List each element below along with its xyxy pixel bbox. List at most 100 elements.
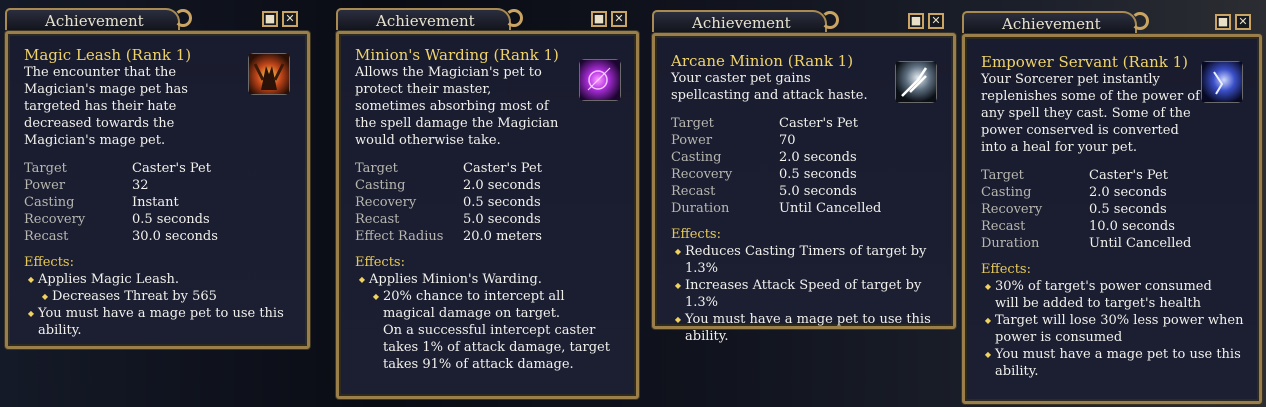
stat-row: Target Caster's Pet xyxy=(24,160,293,177)
stat-label: Power xyxy=(24,178,66,193)
stat-value: 5.0 seconds xyxy=(779,184,857,199)
effects-heading: Effects: xyxy=(355,255,405,270)
stat-row: Target Caster's Pet xyxy=(355,160,622,177)
close-button[interactable]: ✕ xyxy=(928,13,944,29)
title-bar[interactable]: Achievement xyxy=(5,5,192,31)
effect-item: ◆ Target will lose 30% less power when po… xyxy=(981,312,1245,346)
bullet-icon: ◆ xyxy=(984,350,992,359)
stat-label: Recast xyxy=(981,219,1026,234)
ability-name: Minion's Warding (Rank 1) xyxy=(355,46,559,64)
stat-row: Duration Until Cancelled xyxy=(671,200,939,217)
stat-value: Until Cancelled xyxy=(1089,236,1192,251)
minimize-button[interactable]: ■ xyxy=(1215,14,1231,30)
stat-row: Target Caster's Pet xyxy=(981,167,1245,184)
swirl-ornament-icon xyxy=(504,9,523,27)
stat-label: Recovery xyxy=(671,167,733,182)
bullet-icon: ◆ xyxy=(984,316,992,325)
stat-row: Casting 2.0 seconds xyxy=(671,149,939,166)
effect-item: ◆ 20% chance to intercept all magical dam… xyxy=(355,288,622,373)
stat-value: 0.5 seconds xyxy=(779,167,857,182)
stat-row: Recast 30.0 seconds xyxy=(24,228,293,245)
stat-row: Effect Radius 20.0 meters xyxy=(355,228,622,245)
stat-value: 0.5 seconds xyxy=(1089,202,1167,217)
tooltip-window-arcane-minion: Achievement ■ ✕ Arcane Minion (Rank 1) Y… xyxy=(652,7,956,344)
stats-list: Target Caster's Pet Casting 2.0 seconds Re… xyxy=(981,167,1245,252)
stat-row: Recast 10.0 seconds xyxy=(981,218,1245,235)
effect-item: ◆ Applies Magic Leash. xyxy=(24,271,293,288)
window-title: Achievement xyxy=(336,8,511,30)
stat-label: Recast xyxy=(355,212,400,227)
ability-name: Arcane Minion (Rank 1) xyxy=(671,52,854,70)
title-bar[interactable]: Achievement xyxy=(962,8,1149,34)
stats-list: Target Caster's Pet Power 70 Casting 2.0 se… xyxy=(671,115,939,217)
effect-text: 30% of target's power consumed will be a… xyxy=(995,279,1212,311)
bullet-icon: ◆ xyxy=(674,315,682,324)
effect-text: You must have a mage pet to use this abi… xyxy=(38,306,284,338)
minimize-button[interactable]: ■ xyxy=(262,11,278,27)
tooltip-window-minions-warding: Achievement ■ ✕ Minion's Warding (Rank 1… xyxy=(336,5,639,399)
stat-row: Duration Until Cancelled xyxy=(981,235,1245,252)
bullet-icon: ◆ xyxy=(358,275,366,284)
stat-row: Recovery 0.5 seconds xyxy=(981,201,1245,218)
stat-value: 20.0 meters xyxy=(463,229,542,244)
minimize-button[interactable]: ■ xyxy=(908,13,924,29)
bullet-icon: ◆ xyxy=(674,281,682,290)
effect-item: ◆ Reduces Casting Timers of target by 1.3… xyxy=(671,243,939,277)
close-button[interactable]: ✕ xyxy=(1235,14,1251,30)
stat-label: Recast xyxy=(24,229,69,244)
title-bar[interactable]: Achievement xyxy=(652,7,839,33)
swirl-ornament-icon xyxy=(173,9,192,27)
stat-value: 30.0 seconds xyxy=(132,229,218,244)
minimize-button[interactable]: ■ xyxy=(591,11,607,27)
stat-row: Power 70 xyxy=(671,132,939,149)
bullet-icon: ◆ xyxy=(41,292,49,301)
effect-item: ◆ You must have a mage pet to use this ab… xyxy=(671,311,939,345)
swirl-ornament-icon xyxy=(820,11,839,29)
stat-label: Target xyxy=(24,161,67,176)
effect-text: Target will lose 30% less power when pow… xyxy=(995,313,1244,345)
effects-heading: Effects: xyxy=(24,255,74,270)
ability-name: Magic Leash (Rank 1) xyxy=(24,46,192,64)
ability-description: The encounter that the Magician's mage p… xyxy=(24,65,188,148)
stat-value: Until Cancelled xyxy=(779,201,882,216)
effect-text: Decreases Threat by 565 xyxy=(52,289,217,304)
stat-label: Power xyxy=(671,133,713,148)
effect-text: You must have a mage pet to use this abi… xyxy=(995,347,1241,379)
stat-label: Recovery xyxy=(981,202,1043,217)
stats-list: Target Caster's Pet Casting 2.0 seconds Re… xyxy=(355,160,622,245)
close-button[interactable]: ✕ xyxy=(611,11,627,27)
bullet-icon: ◆ xyxy=(984,282,992,291)
stat-row: Recovery 0.5 seconds xyxy=(24,211,293,228)
stat-label: Recovery xyxy=(355,195,417,210)
stat-label: Duration xyxy=(671,201,730,216)
stat-label: Target xyxy=(355,161,398,176)
effect-item: ◆ 30% of target's power consumed will be … xyxy=(981,278,1245,312)
stat-row: Casting 2.0 seconds xyxy=(981,184,1245,201)
bullet-icon: ◆ xyxy=(674,247,682,256)
effect-item: ◆ Applies Minion's Warding. xyxy=(355,271,622,288)
stat-value: 32 xyxy=(132,178,149,193)
effects-heading: Effects: xyxy=(981,262,1031,277)
stat-label: Casting xyxy=(355,178,406,193)
tooltip-window-magic-leash: Achievement ■ ✕ Magic Leash (Rank 1) The… xyxy=(5,5,310,349)
stat-label: Casting xyxy=(981,185,1032,200)
stat-value: 5.0 seconds xyxy=(463,212,541,227)
stat-value: Caster's Pet xyxy=(779,116,858,131)
stat-label: Recovery xyxy=(24,212,86,227)
stat-value: Caster's Pet xyxy=(1089,168,1168,183)
close-button[interactable]: ✕ xyxy=(282,11,298,27)
title-bar[interactable]: Achievement xyxy=(336,5,523,31)
effect-item: ◆ You must have a mage pet to use this ab… xyxy=(981,346,1245,380)
effect-item: ◆ You must have a mage pet to use this ab… xyxy=(24,305,293,339)
window-title: Achievement xyxy=(652,10,827,32)
window-title: Achievement xyxy=(962,11,1137,33)
effect-text: You must have a mage pet to use this abi… xyxy=(685,312,931,344)
effect-text: 20% chance to intercept all magical dama… xyxy=(383,289,610,372)
stats-list: Target Caster's Pet Power 32 Casting Instan… xyxy=(24,160,293,245)
tooltip-frame: Magic Leash (Rank 1) The encounter that … xyxy=(5,31,310,349)
stat-row: Casting Instant xyxy=(24,194,293,211)
stat-label: Target xyxy=(671,116,714,131)
stat-row: Casting 2.0 seconds xyxy=(355,177,622,194)
bullet-icon: ◆ xyxy=(27,275,35,284)
tooltip-frame: Arcane Minion (Rank 1) Your caster pet g… xyxy=(652,33,956,344)
